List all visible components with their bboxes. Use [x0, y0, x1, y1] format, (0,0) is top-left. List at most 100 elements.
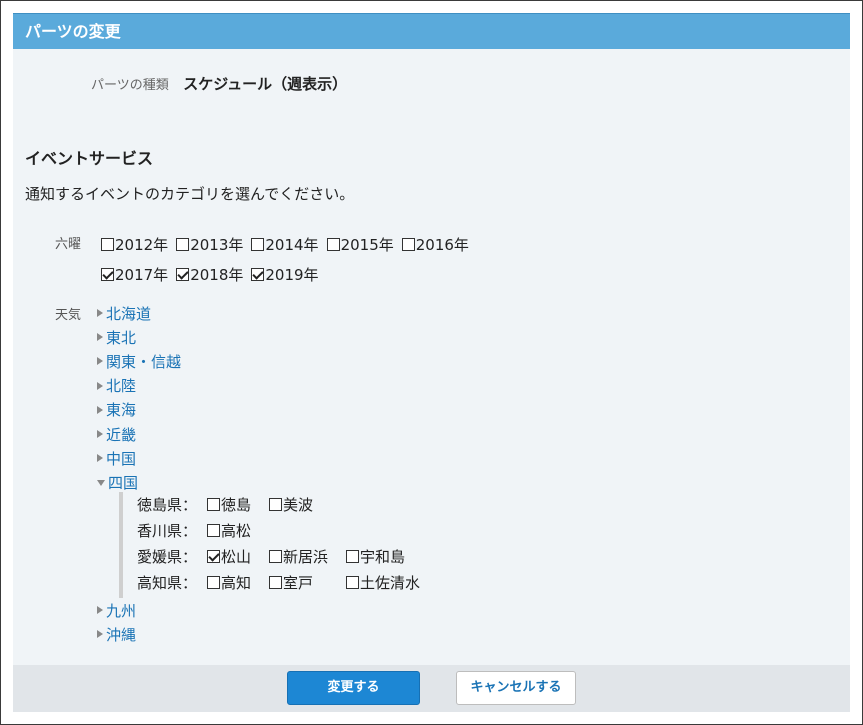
city-checkbox-takamatsu[interactable]: 高松 [207, 520, 251, 541]
checkbox-box[interactable] [207, 498, 220, 511]
region-label[interactable]: 関東・信越 [106, 351, 181, 372]
rokuyo-years-row-1: 2012年 2013年 2014年 2015年 2016年 [101, 234, 477, 255]
pref-row-kochi: 高知県： 高知 室戸 土佐清水 [137, 572, 420, 593]
checkbox-box[interactable] [346, 550, 359, 563]
region-kyushu[interactable]: 九州 [97, 598, 136, 622]
region-kanto-shinetsu[interactable]: 関東・信越 [97, 349, 181, 373]
checkbox-box[interactable] [326, 238, 340, 251]
parts-type-label: パーツの種類 [91, 78, 169, 93]
year-checkbox-2015[interactable]: 2015年 [326, 234, 394, 255]
city-label: 土佐清水 [360, 574, 421, 592]
region-label[interactable]: 中国 [106, 448, 136, 469]
checkbox-box[interactable] [269, 550, 282, 563]
region-label[interactable]: 北海道 [106, 303, 151, 324]
triangle-right-icon [97, 333, 103, 342]
year-checkbox-2017[interactable]: 2017年 [101, 264, 168, 285]
region-label[interactable]: 東北 [106, 327, 136, 348]
triangle-right-icon [97, 405, 103, 414]
year-label: 2018年 [190, 266, 244, 284]
region-label[interactable]: 四国 [108, 472, 138, 493]
pref-label: 高知県： [137, 574, 198, 592]
panel-header: パーツの変更 [13, 13, 850, 49]
triangle-right-icon [97, 454, 103, 463]
year-label: 2017年 [115, 266, 169, 284]
cancel-button[interactable]: キャンセルする [456, 671, 576, 705]
region-label[interactable]: 九州 [106, 600, 136, 621]
city-checkbox-matsuyama[interactable]: 松山 [207, 546, 269, 567]
region-shikoku[interactable]: 四国 [97, 470, 181, 494]
submit-button[interactable]: 変更する [287, 671, 420, 705]
year-label: 2015年 [340, 236, 394, 254]
region-tokai[interactable]: 東海 [97, 398, 181, 422]
dialog-frame: パーツの変更 パーツの種類 スケジュール（週表示） イベントサービス 通知するイ… [0, 0, 863, 725]
triangle-down-icon [97, 480, 105, 487]
checkbox-box[interactable] [269, 498, 282, 511]
city-label: 徳島 [221, 496, 252, 514]
pref-label: 徳島県： [137, 496, 198, 514]
region-okinawa[interactable]: 沖縄 [97, 622, 136, 646]
year-checkbox-2013[interactable]: 2013年 [176, 234, 243, 255]
city-label: 宇和島 [360, 548, 406, 566]
city-label: 高松 [221, 522, 252, 540]
year-label: 2019年 [265, 266, 319, 284]
region-label[interactable]: 近畿 [106, 424, 136, 445]
checkbox-box[interactable] [207, 524, 220, 537]
city-label: 美波 [283, 496, 314, 514]
city-checkbox-tokushima[interactable]: 徳島 [207, 494, 269, 515]
city-checkbox-uwajima[interactable]: 宇和島 [346, 546, 405, 567]
weather-label: 天気 [55, 308, 82, 323]
region-chugoku[interactable]: 中国 [97, 446, 181, 470]
year-checkbox-2014[interactable]: 2014年 [251, 234, 319, 255]
year-label: 2014年 [265, 236, 319, 254]
weather-region-tree-continued: 九州 沖縄 [97, 598, 136, 646]
city-checkbox-muroto[interactable]: 室戸 [269, 572, 346, 593]
triangle-right-icon [97, 430, 103, 439]
region-label[interactable]: 北陸 [106, 375, 136, 396]
triangle-right-icon [97, 309, 103, 318]
rokuyo-label: 六曜 [55, 237, 82, 252]
checkbox-box[interactable] [176, 238, 190, 251]
triangle-right-icon [97, 630, 103, 639]
city-checkbox-minami[interactable]: 美波 [269, 494, 313, 515]
checkbox-box[interactable] [269, 576, 282, 589]
checkbox-box[interactable] [251, 268, 265, 281]
year-label: 2013年 [190, 236, 244, 254]
pref-label: 香川県： [137, 522, 198, 540]
year-label: 2012年 [115, 236, 169, 254]
triangle-right-icon [97, 381, 103, 390]
checkbox-box[interactable] [101, 238, 114, 251]
year-checkbox-2012[interactable]: 2012年 [101, 234, 168, 255]
triangle-right-icon [97, 606, 103, 615]
year-checkbox-2019[interactable]: 2019年 [251, 264, 319, 285]
checkbox-box[interactable] [346, 576, 359, 589]
checkbox-box[interactable] [207, 576, 220, 589]
year-label: 2016年 [415, 236, 469, 254]
checkbox-box[interactable] [101, 268, 114, 281]
city-label: 松山 [221, 548, 252, 566]
checkbox-box[interactable] [207, 550, 220, 563]
region-hokuriku[interactable]: 北陸 [97, 374, 181, 398]
city-checkbox-kochi[interactable]: 高知 [207, 572, 269, 593]
checkbox-box[interactable] [401, 238, 415, 251]
region-kinki[interactable]: 近畿 [97, 422, 181, 446]
region-label[interactable]: 東海 [106, 399, 136, 420]
triangle-right-icon [97, 357, 103, 366]
city-label: 新居浜 [283, 548, 329, 566]
city-label: 室戸 [283, 574, 314, 592]
parts-type-value: スケジュール（週表示） [183, 75, 348, 93]
checkbox-box[interactable] [176, 268, 190, 281]
city-checkbox-tosashimizu[interactable]: 土佐清水 [346, 572, 420, 593]
pref-row-kagawa: 香川県： 高松 [137, 520, 251, 541]
checkbox-box[interactable] [251, 238, 265, 251]
parts-type-row: パーツの種類 スケジュール（週表示） [91, 73, 347, 94]
pref-row-ehime: 愛媛県： 松山 新居浜 宇和島 [137, 546, 405, 567]
year-checkbox-2018[interactable]: 2018年 [176, 264, 243, 285]
year-checkbox-2016[interactable]: 2016年 [401, 234, 469, 255]
city-checkbox-niihama[interactable]: 新居浜 [269, 546, 346, 567]
section-description: 通知するイベントのカテゴリを選んでください。 [25, 185, 355, 203]
region-hokkaido[interactable]: 北海道 [97, 301, 181, 325]
region-label[interactable]: 沖縄 [106, 624, 136, 645]
dialog-footer: 変更する キャンセルする [13, 665, 850, 712]
city-label: 高知 [221, 574, 252, 592]
region-tohoku[interactable]: 東北 [97, 325, 181, 349]
